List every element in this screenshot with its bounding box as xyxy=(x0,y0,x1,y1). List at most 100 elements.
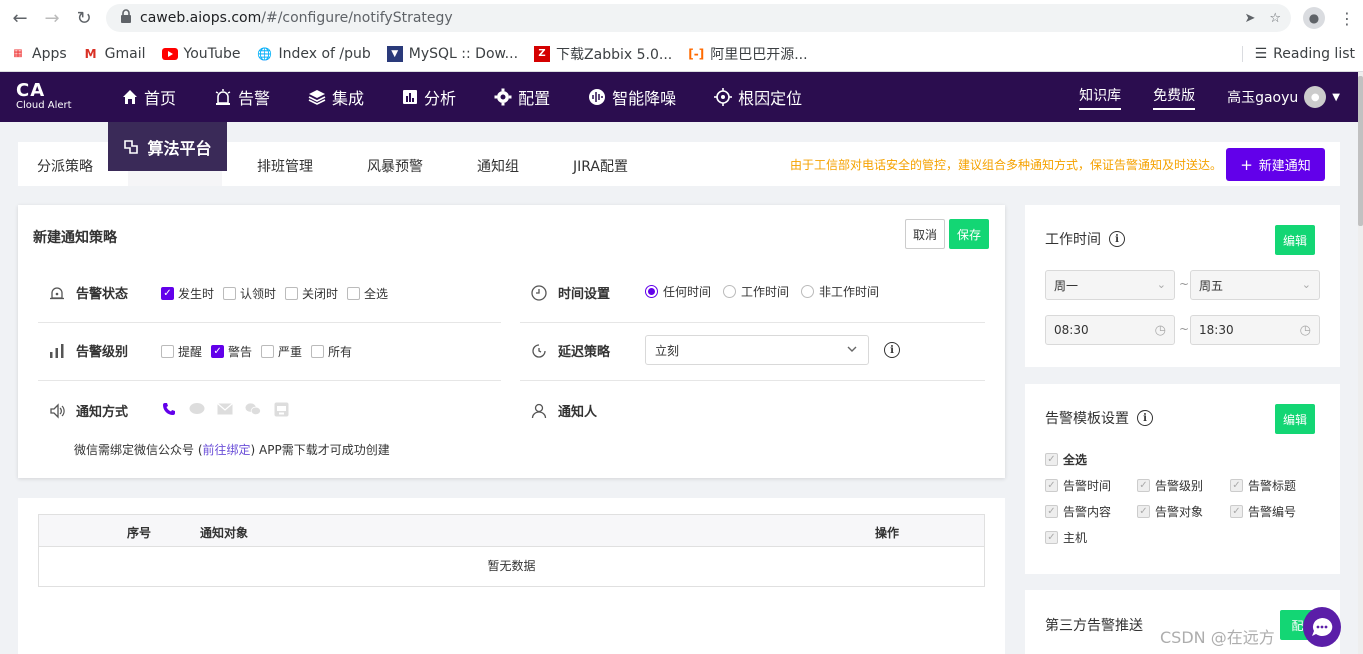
address-bar[interactable]: caweb.aiops.com/#/configure/notifyStrate… xyxy=(106,4,1291,32)
nav-analysis[interactable]: 分析 xyxy=(402,85,456,109)
gmail-icon: M xyxy=(84,46,97,61)
checkbox-disabled-checked[interactable]: ✓ xyxy=(1045,453,1058,466)
checkbox-unchecked[interactable] xyxy=(347,287,361,300)
checkbox-disabled-checked[interactable]: ✓ xyxy=(1045,505,1058,518)
template-field-content[interactable]: ✓ 告警内容 xyxy=(1045,503,1111,520)
bookmark-zabbix[interactable]: Z 下载Zabbix 5.0... xyxy=(534,44,672,64)
email-icon[interactable] xyxy=(217,401,233,417)
reading-list[interactable]: ☰ Reading list xyxy=(1241,45,1355,62)
info-icon[interactable]: i xyxy=(1137,410,1153,426)
template-field-level[interactable]: ✓ 告警级别 xyxy=(1137,477,1203,494)
forward-icon[interactable]: → xyxy=(36,2,68,34)
profile-icon[interactable]: ● xyxy=(1303,7,1325,29)
checkbox-unchecked[interactable] xyxy=(161,345,174,358)
day-from-select[interactable]: 周一 ⌄ xyxy=(1045,270,1175,300)
template-field-number[interactable]: ✓ 告警编号 xyxy=(1230,503,1296,520)
scrollbar-thumb[interactable] xyxy=(1358,76,1363,226)
radio-selected[interactable] xyxy=(645,285,658,298)
time-from-picker[interactable]: 08:30 ◷ xyxy=(1045,315,1175,345)
checkbox-disabled-checked[interactable]: ✓ xyxy=(1137,505,1150,518)
menu-dots-icon[interactable]: ⋮ xyxy=(1339,9,1355,28)
delay-strategy-select[interactable]: 立刻 xyxy=(645,335,869,365)
nav-alert[interactable]: 告警 xyxy=(214,85,270,109)
template-field-time[interactable]: ✓ 告警时间 xyxy=(1045,477,1111,494)
checkbox-unchecked[interactable] xyxy=(223,287,237,300)
radio-unselected[interactable] xyxy=(723,285,737,298)
bookmark-apps[interactable]: ▦ Apps xyxy=(10,46,66,62)
edit-template-button[interactable]: 编辑 xyxy=(1275,404,1315,434)
new-notification-button[interactable]: + 新建通知 xyxy=(1226,148,1325,181)
bookmark-alibaba[interactable]: [-] 阿里巴巴开源... xyxy=(688,44,807,64)
tab-dispatch-strategy[interactable]: 分派策略 xyxy=(37,156,93,176)
checkbox-unchecked[interactable] xyxy=(311,345,325,358)
bookmark-mysql[interactable]: ▼ MySQL :: Dow... xyxy=(386,45,518,62)
go-bind-link[interactable]: 前往绑定 xyxy=(203,443,251,457)
checkbox-checked[interactable]: ✓ xyxy=(211,345,225,358)
checkbox-disabled-checked[interactable]: ✓ xyxy=(1230,479,1243,492)
checkbox-occur[interactable]: ✓ 发生时 xyxy=(161,285,214,302)
day-to-select[interactable]: 周五 ⌄ xyxy=(1190,270,1320,300)
bookmark-index-pub[interactable]: 🌐 Index of /pub xyxy=(256,46,371,62)
radio-non-work-time[interactable]: 非工作时间 xyxy=(801,283,879,300)
template-field-object[interactable]: ✓ 告警对象 xyxy=(1137,503,1203,520)
reload-icon[interactable]: ↻ xyxy=(68,2,100,34)
checkbox-severe[interactable]: 严重 xyxy=(261,343,302,360)
info-icon[interactable]: i xyxy=(1109,231,1125,247)
checkbox-all[interactable]: 所有 xyxy=(311,343,352,360)
radio-unselected[interactable] xyxy=(801,285,815,298)
nav-config[interactable]: 配置 xyxy=(494,85,550,109)
new-strategy-card: 新建通知策略 取消 保存 告警状态 ✓ 发生时 认领时 关闭时 全选 时间设置 任… xyxy=(18,205,1005,478)
checkbox-close[interactable]: 关闭时 xyxy=(285,285,338,302)
checkbox-warning[interactable]: ✓ 警告 xyxy=(211,343,252,360)
edit-work-time-button[interactable]: 编辑 xyxy=(1275,225,1315,255)
bookmark-gmail[interactable]: M Gmail xyxy=(83,46,146,62)
radio-work-time[interactable]: 工作时间 xyxy=(723,283,789,300)
send-icon[interactable]: ➤ xyxy=(1244,11,1255,26)
clock-icon xyxy=(530,284,548,302)
checkbox-unchecked[interactable] xyxy=(261,345,275,358)
tab-jira-config[interactable]: JIRA配置 xyxy=(573,156,628,176)
bookmark-youtube[interactable]: YouTube xyxy=(161,46,240,62)
tab-shift-management[interactable]: 排班管理 xyxy=(257,156,313,176)
alert-level-checkboxes: 提醒 ✓ 警告 严重 所有 xyxy=(161,343,361,360)
checkbox-remind[interactable]: 提醒 xyxy=(161,343,202,360)
radio-any-time[interactable]: 任何时间 xyxy=(645,283,711,300)
back-icon[interactable]: ← xyxy=(4,2,36,34)
nav-root-cause[interactable]: 根因定位 xyxy=(714,85,802,109)
checkbox-checked[interactable]: ✓ xyxy=(161,287,174,300)
free-version-link[interactable]: 免费版 xyxy=(1153,85,1196,110)
clock-icon: ◷ xyxy=(1299,323,1311,338)
tab-storm-warning[interactable]: 风暴预警 xyxy=(367,156,423,176)
algo-platform-menu-item[interactable]: 算法平台 xyxy=(108,122,227,171)
divider xyxy=(520,380,985,381)
checkbox-disabled-checked[interactable]: ✓ xyxy=(1045,531,1058,544)
checkbox-unchecked[interactable] xyxy=(285,287,299,300)
phone-icon[interactable] xyxy=(161,401,177,417)
save-button[interactable]: 保存 xyxy=(949,219,989,249)
user-menu[interactable]: 高玉gaoyu ● ▼ xyxy=(1227,86,1340,108)
nav-home[interactable]: 首页 xyxy=(122,85,176,109)
template-field-host[interactable]: ✓ 主机 xyxy=(1045,529,1087,546)
logo[interactable]: CA Cloud Alert xyxy=(0,82,108,112)
time-to-picker[interactable]: 18:30 ◷ xyxy=(1190,315,1320,345)
chat-support-button[interactable] xyxy=(1303,607,1341,647)
nav-integration[interactable]: 集成 xyxy=(308,85,364,109)
app-icon[interactable] xyxy=(273,401,289,417)
divider xyxy=(38,322,501,323)
checkbox-select-all[interactable]: 全选 xyxy=(347,285,388,302)
cancel-button[interactable]: 取消 xyxy=(905,219,945,249)
checkbox-disabled-checked[interactable]: ✓ xyxy=(1230,505,1243,518)
checkbox-disabled-checked[interactable]: ✓ xyxy=(1045,479,1058,492)
template-select-all[interactable]: ✓ 全选 xyxy=(1045,451,1087,468)
checkbox-disabled-checked[interactable]: ✓ xyxy=(1137,479,1150,492)
knowledge-base-link[interactable]: 知识库 xyxy=(1079,85,1122,110)
template-field-title[interactable]: ✓ 告警标题 xyxy=(1230,477,1296,494)
radio-label: 非工作时间 xyxy=(819,285,880,299)
sms-icon[interactable] xyxy=(189,401,205,417)
info-icon[interactable]: i xyxy=(884,342,900,358)
checkbox-claim[interactable]: 认领时 xyxy=(223,285,276,302)
nav-noise-reduction[interactable]: 智能降噪 xyxy=(588,85,676,109)
wechat-icon[interactable] xyxy=(245,401,261,417)
tab-notify-group[interactable]: 通知组 xyxy=(477,156,519,176)
star-icon[interactable]: ☆ xyxy=(1269,11,1281,26)
